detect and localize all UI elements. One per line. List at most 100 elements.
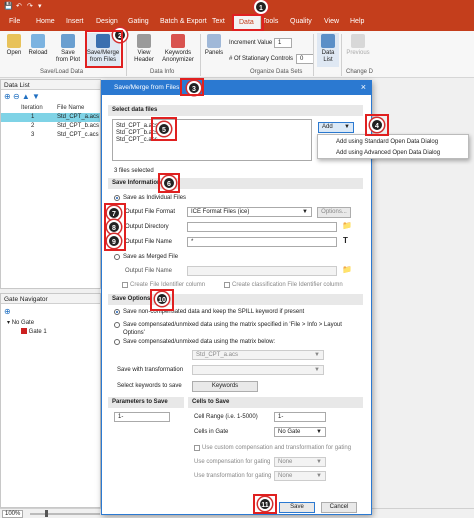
menu-design[interactable]: Design bbox=[96, 18, 118, 25]
chevron-down-icon: ▼ bbox=[316, 459, 322, 465]
transformation-select[interactable]: ▼ bbox=[192, 365, 324, 375]
gate-navigator-title: Gate Navigator bbox=[1, 294, 100, 304]
table-row[interactable]: 2 Std_CPT_b.acs bbox=[1, 122, 100, 131]
gate-color-swatch bbox=[21, 328, 27, 335]
highlight-save-options bbox=[150, 289, 174, 311]
menu-file[interactable]: File bbox=[9, 18, 20, 25]
output-file-name-label: Output File Name bbox=[125, 239, 173, 245]
use-custom-checkbox[interactable] bbox=[194, 445, 200, 451]
option-layout-matrix-label: Save compensated/unmixed data using the … bbox=[123, 322, 342, 336]
menu-tools[interactable]: Tools bbox=[262, 18, 278, 25]
reload-button[interactable]: Reload bbox=[27, 33, 49, 57]
tree-item-no-gate[interactable]: ▾ No Gate bbox=[7, 319, 106, 328]
folder-icon[interactable]: 📁 bbox=[342, 221, 352, 230]
folder-icon[interactable]: 📁 bbox=[342, 265, 352, 274]
stationary-controls-input[interactable]: 0 bbox=[296, 54, 314, 64]
previous-button[interactable]: Previous bbox=[343, 33, 373, 57]
view-header-button[interactable]: View Header bbox=[130, 33, 158, 64]
save-merged-label: Save as Merged File bbox=[123, 254, 179, 260]
menu-item-advanced-open[interactable]: Add using Advanced Open Data Dialog bbox=[336, 149, 440, 157]
options-button[interactable]: Options... bbox=[317, 207, 351, 218]
open-button[interactable]: Open bbox=[3, 33, 25, 57]
create-file-id-checkbox[interactable] bbox=[122, 282, 128, 288]
remove-icon[interactable]: ⊖ bbox=[13, 92, 20, 101]
use-trans-select[interactable]: None ▼ bbox=[274, 471, 326, 481]
matrix-select[interactable]: Std_CPT_a.acs ▼ bbox=[192, 350, 324, 360]
output-directory-input[interactable] bbox=[187, 222, 337, 232]
menu-help[interactable]: Help bbox=[350, 18, 364, 25]
save-from-plot-button[interactable]: Save from Plot bbox=[54, 33, 82, 64]
menu-batch-export[interactable]: Batch & Export bbox=[160, 18, 207, 25]
move-down-icon[interactable]: ▼ bbox=[32, 92, 40, 101]
gate-zoom-icon[interactable]: ⊕ bbox=[4, 307, 11, 316]
customize-icon[interactable]: ▾ bbox=[38, 2, 42, 10]
save-individual-radio[interactable] bbox=[114, 195, 120, 201]
cancel-button[interactable]: Cancel bbox=[321, 502, 357, 513]
menu-text[interactable]: Text bbox=[212, 18, 225, 25]
panels-button[interactable]: Panels bbox=[203, 33, 225, 57]
keywords-button[interactable]: Keywords bbox=[192, 381, 258, 392]
option-non-compensated-radio[interactable] bbox=[114, 309, 120, 315]
cell-range-input[interactable]: 1- bbox=[274, 412, 326, 422]
parameters-input[interactable]: 1- bbox=[114, 412, 170, 422]
data-list-table: Iteration File Name 1 Std_CPT_a.acs 2 St… bbox=[1, 104, 100, 192]
increment-value-input[interactable]: 1 bbox=[274, 38, 292, 48]
stationary-controls-label: # Of Stationary Controls bbox=[229, 56, 294, 62]
ribbon-separator bbox=[200, 34, 201, 76]
ribbon: Open Reload Save from Plot Save/Merge fr… bbox=[0, 31, 474, 78]
table-row[interactable]: 1 Std_CPT_a.acs bbox=[1, 113, 100, 122]
create-class-id-checkbox[interactable] bbox=[224, 282, 230, 288]
add-dropdown-menu: Add using Standard Open Data Dialog Add … bbox=[317, 134, 469, 159]
section-save-options: Save Options bbox=[108, 294, 363, 305]
menu-gating[interactable]: Gating bbox=[128, 18, 149, 25]
save-icon[interactable]: 💾 bbox=[4, 2, 13, 10]
merged-file-name-input[interactable] bbox=[187, 266, 337, 276]
table-row[interactable]: 3 Std_CPT_c.acs bbox=[1, 131, 100, 140]
merged-file-name-label: Output File Name bbox=[125, 268, 173, 274]
menu-view[interactable]: View bbox=[324, 18, 339, 25]
create-file-id-label: Create File Identifier column bbox=[130, 282, 206, 288]
select-keywords-label: Select keywords to save bbox=[117, 383, 182, 389]
move-up-icon[interactable]: ▲ bbox=[22, 92, 30, 101]
option-layout-matrix-radio[interactable] bbox=[114, 322, 120, 328]
file-list[interactable]: Std_CPT_a.acs Std_CPT_b.acs Std_CPT_c.ac… bbox=[112, 119, 312, 161]
redo-icon[interactable]: ↷ bbox=[27, 2, 33, 10]
undo-icon[interactable]: ↶ bbox=[16, 2, 22, 10]
save-button[interactable]: Save bbox=[279, 502, 315, 513]
data-list-button[interactable]: Data List bbox=[317, 33, 339, 67]
add-icon[interactable]: ⊕ bbox=[4, 92, 11, 101]
list-icon bbox=[321, 34, 335, 48]
menu-insert[interactable]: Insert bbox=[66, 18, 84, 25]
zoom-slider-thumb[interactable] bbox=[45, 510, 48, 517]
option-matrix-below-radio[interactable] bbox=[114, 339, 120, 345]
cells-in-gate-select[interactable]: No Gate ▼ bbox=[274, 427, 326, 437]
chevron-down-icon: ▼ bbox=[316, 473, 322, 479]
anonymizer-icon bbox=[171, 34, 185, 48]
output-format-select[interactable]: ICE Format Files (ice) ▼ bbox=[187, 207, 312, 217]
menu-item-standard-open[interactable]: Add using Standard Open Data Dialog bbox=[336, 138, 438, 146]
use-comp-select[interactable]: None ▼ bbox=[274, 457, 326, 467]
text-format-icon[interactable]: T bbox=[343, 236, 348, 245]
ribbon-separator bbox=[341, 34, 342, 76]
close-icon[interactable]: × bbox=[361, 82, 366, 92]
create-class-id-label: Create classification File Identifier co… bbox=[232, 282, 343, 288]
group-label-change: Change D bbox=[346, 69, 374, 75]
header-icon bbox=[137, 34, 151, 48]
option-matrix-below-label: Save compensated/unmixed data using the … bbox=[123, 339, 276, 345]
ribbon-separator bbox=[313, 34, 314, 76]
menu-quality[interactable]: Quality bbox=[290, 18, 312, 25]
zoom-select[interactable]: 100% bbox=[2, 510, 24, 518]
output-file-name-input[interactable]: * bbox=[187, 237, 337, 247]
add-button[interactable]: Add ▼ bbox=[318, 122, 354, 133]
chevron-down-icon: ▼ bbox=[314, 367, 320, 373]
badge-1: 1 bbox=[254, 0, 268, 14]
data-list-title: Data List bbox=[1, 80, 100, 90]
increment-value-label: Increment Value bbox=[229, 40, 273, 46]
menu-home[interactable]: Home bbox=[36, 18, 55, 25]
section-select-data-files: Select data files bbox=[108, 105, 363, 116]
highlight-data-tab bbox=[232, 14, 264, 31]
zoom-slider[interactable] bbox=[30, 513, 100, 515]
save-merged-radio[interactable] bbox=[114, 254, 120, 260]
expand-icon: ▾ bbox=[7, 320, 11, 326]
keywords-anonymizer-button[interactable]: Keywords Anonymizer bbox=[160, 33, 196, 64]
